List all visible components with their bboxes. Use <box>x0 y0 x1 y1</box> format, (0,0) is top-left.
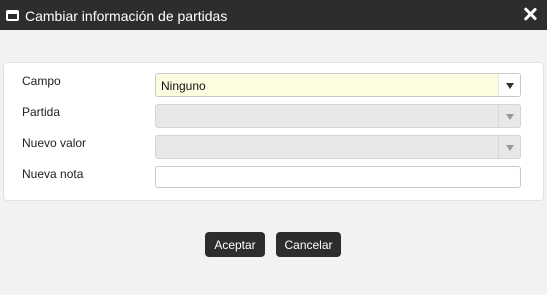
dialog-titlebar: Cambiar información de partidas <box>0 0 547 30</box>
nuevo-valor-label: Nuevo valor <box>22 136 87 150</box>
nuevo-valor-select[interactable] <box>155 135 521 159</box>
chevron-down-icon[interactable] <box>498 136 520 158</box>
close-icon[interactable] <box>523 7 537 21</box>
partida-label: Partida <box>22 105 61 119</box>
nueva-nota-label: Nueva nota <box>22 167 84 181</box>
form-panel: Campo Ninguno Partida Nuevo valor Nueva … <box>3 62 544 201</box>
partida-select[interactable] <box>155 104 521 128</box>
accept-button[interactable]: Aceptar <box>205 232 265 257</box>
chevron-down-icon[interactable] <box>498 74 520 96</box>
chevron-down-icon[interactable] <box>498 105 520 127</box>
campo-select-value: Ninguno <box>161 79 206 93</box>
campo-select[interactable]: Ninguno <box>155 73 521 97</box>
cancel-button[interactable]: Cancelar <box>276 232 341 257</box>
campo-label: Campo <box>22 74 61 88</box>
dialog-title: Cambiar información de partidas <box>25 8 228 24</box>
window-icon <box>6 10 19 21</box>
nueva-nota-input[interactable] <box>155 166 521 188</box>
